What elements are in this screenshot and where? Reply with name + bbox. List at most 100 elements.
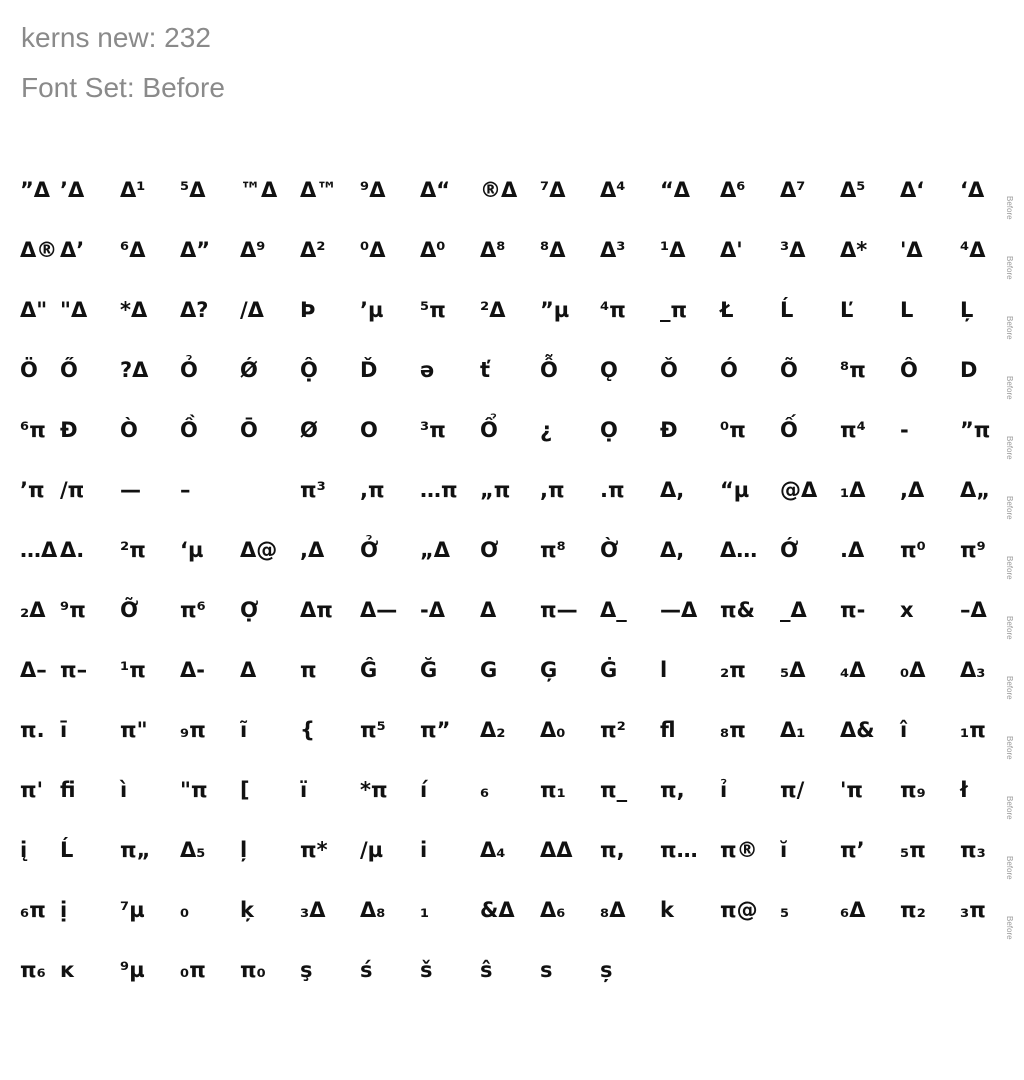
glyph-pair: ₅Δ: [780, 658, 806, 682]
glyph-pair: ⁹Δ: [360, 178, 386, 202]
glyph-pair: ⁰Δ: [360, 238, 386, 262]
glyph-pair: Δ₀: [540, 718, 566, 742]
glyph-pair: Δ@: [240, 538, 278, 562]
glyph-pair: π,: [660, 778, 685, 802]
glyph-pair: ⁶π: [20, 418, 46, 442]
glyph-pair: ®Δ: [480, 178, 518, 202]
glyph-pair: Δ': [720, 238, 743, 262]
glyph-pair: fi: [60, 778, 76, 802]
glyph-pair: “Δ: [660, 178, 691, 202]
glyph-row: π' fi ì "π [ï *π í ₆ π₁ π_ π, ỉ π/ 'π π₉ ł Before: [0, 778, 1024, 838]
glyph-row: Δ® Δ’ ⁶Δ Δ” Δ⁹ Δ² ⁰Δ Δ⁰ Δ⁸ ⁸Δ Δ³ ¹Δ Δ' ³Δ Δ* 'Δ ⁴Δ Before: [0, 238, 1024, 298]
glyph-row: ₆π ị ⁷µ ₀ ķ ₃Δ Δ₈ ₁ &Δ Δ₆ ₈Δ k π@ ₅ ₆Δ π₂ ₃π Before: [0, 898, 1024, 958]
glyph-pair: π⁸: [540, 538, 566, 562]
glyph-pair: π": [120, 718, 148, 742]
row-font-set-tag: Before: [1005, 736, 1014, 760]
glyph-row: …Δ Δ. ²π ‘µ Δ@ ,Δ Ở „Δ Ơπ⁸ Ờ Δ, Δ… Ớ .Δ π⁰ π⁹ Before: [0, 538, 1024, 598]
glyph-pair: &Δ: [480, 898, 515, 922]
glyph-pair: ₄Δ: [840, 658, 866, 682]
glyph-pair: ⁹µ: [120, 958, 145, 982]
glyph-pair: π₃: [960, 838, 986, 862]
glyph-pair: Ģ: [540, 658, 558, 682]
glyph-pair: ₅π: [900, 838, 926, 862]
glyph-pair: π„: [120, 838, 151, 862]
glyph-pair: Ố: [780, 418, 798, 442]
glyph-pair: "Δ: [60, 298, 88, 322]
row-font-set-tag: Before: [1005, 496, 1014, 520]
glyph-pair: ⁸Δ: [540, 238, 566, 262]
glyph-pair: .Δ: [840, 538, 865, 562]
glyph-pair: π₆: [20, 958, 46, 982]
glyph-pair: Ợ: [240, 598, 259, 622]
glyph-pair: ĸ: [60, 958, 74, 982]
row-font-set-tag: Before: [1005, 376, 1014, 400]
glyph-pair: Δ¹: [120, 178, 146, 202]
glyph-pair: Δ—: [360, 598, 398, 622]
glyph-pair: Ọ: [600, 418, 618, 442]
glyph-pair: π⁵: [360, 718, 386, 742]
glyph-pair: π₉: [900, 778, 926, 802]
glyph-row: Δ" "Δ *Δ Δ? /Δ Þ ’µ ⁵π ²Δ ”µ ⁴π _π Ł Ĺ Ľ L Ļ Before: [0, 298, 1024, 358]
glyph-pair: k: [660, 898, 674, 922]
glyph-pair: î: [900, 718, 908, 742]
kerns-count-label: kerns new: 232: [21, 22, 211, 53]
glyph-pair: ³Δ: [780, 238, 806, 262]
row-font-set-tag: Before: [1005, 256, 1014, 280]
glyph-pair: ₂π: [720, 658, 746, 682]
glyph-pair: ĭ: [780, 838, 788, 862]
glyph-pair: π@: [720, 898, 758, 922]
glyph-pair: ₈Δ: [600, 898, 626, 922]
glyph-pair: π’: [840, 838, 865, 862]
glyph-pair: Δ": [20, 298, 48, 322]
glyph-pair: ’µ: [360, 298, 384, 322]
glyph-pair: ⁶Δ: [120, 238, 146, 262]
glyph-pair: Δ: [240, 658, 257, 682]
glyph-pair: L: [900, 298, 914, 322]
glyph-pair: Ĝ: [360, 658, 378, 682]
glyph-pair: *π: [360, 778, 388, 802]
glyph-pair: Δ⁴: [600, 178, 626, 202]
glyph-pair: Ờ: [600, 538, 619, 562]
glyph-pair: „Δ: [420, 538, 451, 562]
glyph-pair: O: [360, 418, 378, 442]
row-font-set-tag: Before: [1005, 616, 1014, 640]
glyph-pair: ł: [960, 778, 968, 802]
glyph-pair: „π: [480, 478, 511, 502]
glyph-pair: π–: [60, 658, 88, 682]
glyph-pair: π—: [540, 598, 578, 622]
glyph-pair: Ļ: [960, 298, 974, 322]
glyph-pair: ,Δ: [300, 538, 325, 562]
glyph-pair: .π: [600, 478, 625, 502]
glyph-pair: —: [120, 478, 141, 502]
glyph-pair: Ổ: [480, 418, 498, 442]
glyph-pair: π²: [600, 718, 626, 742]
glyph-row: ’π/π — – π³ ,π …π „π ,π .π Δ, “µ @Δ ₁Δ ,Δ Δ„ Before: [0, 478, 1024, 538]
glyph-pair: Δ⁸: [480, 238, 506, 262]
glyph-pair: l: [660, 658, 668, 682]
glyph-pair: ï: [300, 778, 308, 802]
glyph-pair: Ǒ: [660, 358, 678, 382]
glyph-pair: Ĺ: [60, 838, 74, 862]
glyph-pair: –: [180, 478, 191, 502]
row-font-set-tag: Before: [1005, 316, 1014, 340]
glyph-pair: 'Δ: [900, 238, 923, 262]
glyph-row: π. ī π" ₉π ĩ {π⁵ π” Δ₂ Δ₀ π² fl ₈π Δ₁ Δ& î ₁π Before: [0, 718, 1024, 778]
glyph-pair: ™Δ: [240, 178, 278, 202]
glyph-pair: Ď: [360, 358, 378, 382]
glyph-pair: Ğ: [420, 658, 438, 682]
glyph-pair: π₁: [540, 778, 566, 802]
glyph-pair: ⁷µ: [120, 898, 145, 922]
glyph-pair: Δ™: [300, 178, 338, 202]
glyph-pair: ₂Δ: [20, 598, 46, 622]
glyph-pair: Ỏ: [180, 358, 198, 382]
glyph-pair: ⁵π: [420, 298, 446, 322]
glyph-pair: ¹π: [120, 658, 146, 682]
glyph-pair: ỉ: [720, 778, 728, 802]
glyph-pair: π: [300, 658, 317, 682]
glyph-pair: ⁴π: [600, 298, 626, 322]
glyph-pair: Ġ: [600, 658, 618, 682]
glyph-pair: π/: [780, 778, 805, 802]
glyph-row: ”Δ ’Δ Δ¹ ⁵Δ ™Δ Δ™ ⁹Δ Δ“ ®Δ ⁷Δ Δ⁴ “Δ Δ⁶ Δ⁷ Δ⁵ Δ‘ ‘Δ Before: [0, 178, 1024, 238]
glyph-pair: “µ: [720, 478, 750, 502]
glyph-pair: Ỗ: [540, 358, 558, 382]
